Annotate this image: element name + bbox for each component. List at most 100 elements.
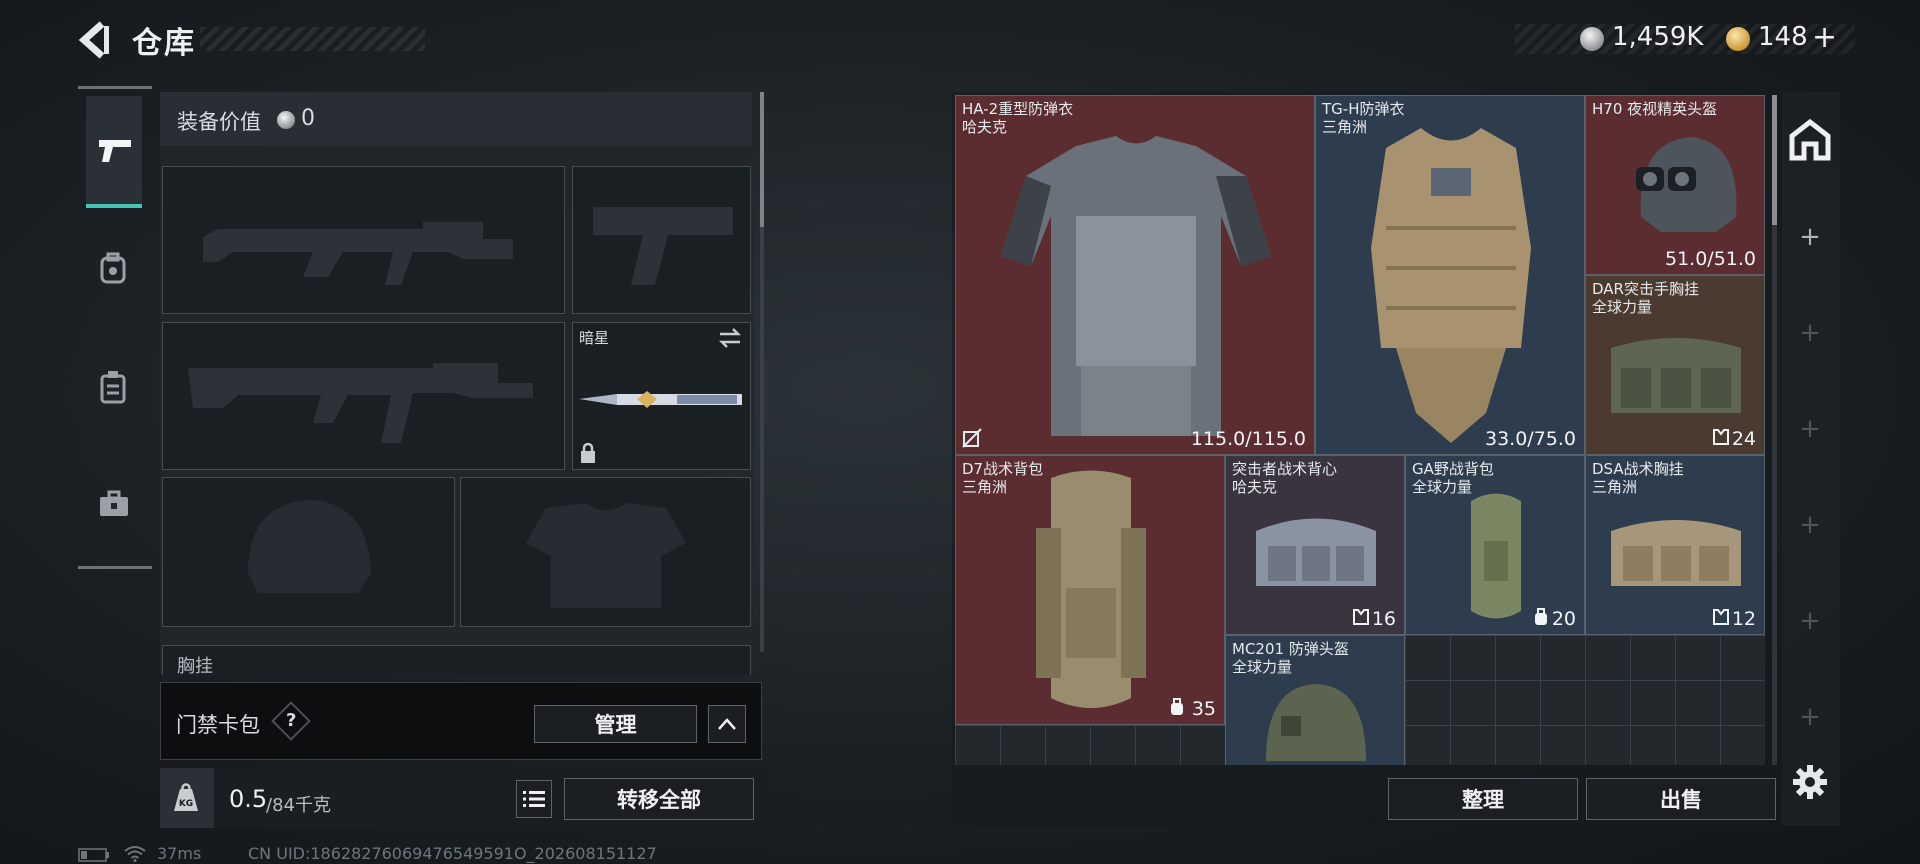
gear-icon[interactable] <box>1792 764 1828 800</box>
battery-icon <box>78 848 109 862</box>
item-name: DSA战术胸挂 <box>1592 460 1684 478</box>
durability-value: 51.0/51.0 <box>1664 248 1756 270</box>
stash-item-dar-chest-rig[interactable]: DAR突击手胸挂 全球力量 24 <box>1585 275 1765 455</box>
item-name: H70 夜视精英头盔 <box>1592 100 1718 118</box>
vest-nav-icon[interactable] <box>99 370 127 404</box>
locked-stash-tab: + <box>1799 318 1821 348</box>
gold-balance: 148 <box>1758 22 1808 52</box>
backpack-capacity-icon <box>1171 698 1183 715</box>
swap-icon[interactable] <box>718 327 742 349</box>
capacity-value: 24 <box>1731 428 1756 450</box>
add-stash-tab-button[interactable]: + <box>1797 222 1823 252</box>
sidearm-slot[interactable] <box>572 166 751 314</box>
keycard-case-label: 门禁卡包 <box>176 713 260 737</box>
duffel-backpack-icon <box>1471 493 1521 619</box>
armor-slot[interactable] <box>460 477 751 627</box>
ballistic-helmet-icon <box>1266 684 1366 761</box>
case-nav-icon[interactable] <box>98 490 130 518</box>
silver-coin-icon <box>1580 27 1604 51</box>
melee-slot[interactable]: 暗星 <box>572 322 751 470</box>
durability-value: 115.0/115.0 <box>1190 428 1306 450</box>
loadout-scrollbar-thumb[interactable] <box>760 92 764 227</box>
wifi-icon <box>124 846 146 862</box>
vest-capacity-icon <box>1353 609 1369 625</box>
item-brand: 三角洲 <box>1592 478 1638 496</box>
secondary-weapon-slot[interactable] <box>162 322 565 470</box>
item-brand: 哈夫克 <box>1232 478 1278 496</box>
tactical-vest-icon <box>1256 518 1376 586</box>
silver-balance: 1,459K <box>1612 22 1704 52</box>
weight-icon: KG <box>174 783 198 811</box>
stash-item-dsa-chest-rig[interactable]: DSA战术胸挂 三角洲 12 <box>1585 455 1765 635</box>
transfer-all-button[interactable]: 转移全部 <box>564 778 754 820</box>
lock-icon <box>581 442 595 463</box>
page-title: 仓库 <box>132 26 196 61</box>
chest-rig-icon <box>1611 338 1741 413</box>
stash-scrollbar-thumb[interactable] <box>1772 95 1777 225</box>
locked-stash-tab: + <box>1799 702 1821 732</box>
night-vision-helmet-icon <box>1636 137 1737 232</box>
chest-rig-label: 胸挂 <box>177 656 213 677</box>
current-weight: 0.5 <box>229 785 268 813</box>
helmet-slot[interactable] <box>162 477 455 627</box>
melee-name: 暗星 <box>579 329 610 347</box>
help-icon[interactable]: ? <box>286 710 296 731</box>
svg-text:KG: KG <box>179 799 193 809</box>
equipment-value: 0 <box>301 106 315 131</box>
item-name: 突击者战术背心 <box>1232 460 1338 478</box>
capacity-value: 20 <box>1551 608 1576 630</box>
silver-coin-icon <box>277 111 295 129</box>
durability-value: 33.0/75.0 <box>1484 428 1576 450</box>
capacity-value: 12 <box>1731 608 1756 630</box>
uid-text: CN UID:18628276069476549591O_20260815112… <box>248 844 657 863</box>
vest-capacity-icon <box>1713 429 1729 445</box>
pistol-silhouette-icon <box>593 207 733 285</box>
item-name: GA野战背包 <box>1412 460 1494 478</box>
vest-capacity-icon <box>1713 609 1729 625</box>
chest-rig-icon <box>1611 520 1741 586</box>
locked-stash-tab: + <box>1799 414 1821 444</box>
stash-item-ga-backpack[interactable]: GA野战背包 全球力量 20 <box>1405 455 1585 635</box>
chevron-up-icon <box>718 718 736 730</box>
pistol-icon <box>99 140 131 162</box>
organize-button[interactable]: 整理 <box>1388 778 1578 820</box>
item-brand: 三角洲 <box>962 478 1008 496</box>
item-brand: 全球力量 <box>1592 298 1653 316</box>
primary-weapon-slot[interactable] <box>162 166 565 314</box>
stash-home-icon[interactable] <box>1788 118 1832 162</box>
knife-icon <box>579 391 742 408</box>
stash-item-raider-vest[interactable]: 突击者战术背心 哈夫克 16 <box>1225 455 1405 635</box>
capacity-value: 35 <box>1191 698 1216 720</box>
title-decoration <box>200 27 425 51</box>
rifle-silhouette-icon <box>203 222 513 285</box>
back-arrow-icon[interactable] <box>78 20 112 60</box>
item-brand: 全球力量 <box>1232 658 1293 676</box>
nav-frame-bottom <box>78 566 152 569</box>
list-view-button[interactable] <box>516 780 552 818</box>
heavy-armor-icon <box>1001 136 1271 436</box>
gold-coin-icon <box>1726 27 1750 51</box>
item-name: DAR突击手胸挂 <box>1592 280 1699 298</box>
locked-stash-tab: + <box>1799 510 1821 540</box>
stash-item-ha2-armor[interactable]: HA-2重型防弹衣 哈夫克 115.0/115.0 <box>955 95 1315 455</box>
stash-item-tgh-armor[interactable]: TG-H防弹衣 三角洲 33.0/75.0 <box>1315 95 1585 455</box>
rifle-silhouette-icon <box>188 363 533 443</box>
chest-rig-slot[interactable]: 胸挂 <box>162 645 751 677</box>
weight-capacity: /84千克 <box>266 795 331 816</box>
vest-armor-icon <box>1371 128 1531 443</box>
no-repair-icon <box>962 428 982 448</box>
ping-text: 37ms <box>157 844 202 863</box>
armor-silhouette-icon <box>526 503 686 608</box>
locked-stash-tab: + <box>1799 606 1821 636</box>
manage-button[interactable]: 管理 <box>534 705 697 743</box>
stash-item-h70-helmet[interactable]: H70 夜视精英头盔 51.0/51.0 <box>1585 95 1765 275</box>
stash-item-d7-backpack[interactable]: D7战术背包 三角洲 35 <box>955 455 1225 725</box>
capacity-value: 16 <box>1371 608 1396 630</box>
sell-button[interactable]: 出售 <box>1586 778 1776 820</box>
list-icon <box>523 791 545 807</box>
stash-item-mc201-helmet[interactable]: MC201 防弹头盔 全球力量 <box>1225 635 1405 765</box>
add-gold-button[interactable]: + <box>1812 20 1837 55</box>
collapse-button[interactable] <box>708 705 746 743</box>
backpack-nav-icon[interactable] <box>98 252 128 284</box>
item-name: MC201 防弹头盔 <box>1232 640 1349 658</box>
